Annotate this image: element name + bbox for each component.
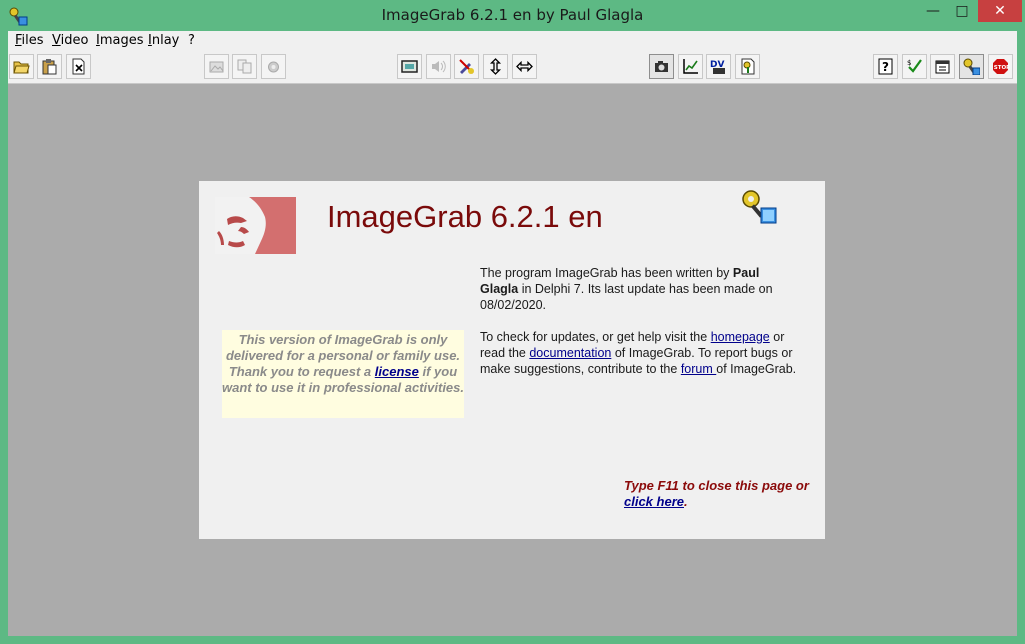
disabled-image-button[interactable] bbox=[204, 54, 229, 79]
copy-icon bbox=[237, 59, 252, 74]
properties-button[interactable] bbox=[930, 54, 955, 79]
title-bar[interactable]: ImageGrab 6.2.1 en by Paul Glagla — □ ✕ bbox=[0, 0, 1025, 31]
forum-link[interactable]: forum bbox=[681, 362, 716, 376]
open-folder-button[interactable] bbox=[9, 54, 34, 79]
vertical-resize-icon bbox=[489, 58, 502, 75]
dvd-button[interactable]: DV bbox=[706, 54, 731, 79]
client-area: ImageGrab 6.2.1 en This version of Image… bbox=[8, 84, 1017, 636]
close-document-icon bbox=[72, 58, 85, 75]
horizontal-resize-icon bbox=[516, 60, 533, 73]
menu-inlay[interactable]: Inlay bbox=[148, 33, 179, 48]
key-icon bbox=[963, 58, 980, 75]
menu-help[interactable]: ? bbox=[188, 33, 195, 48]
settings-button[interactable] bbox=[261, 54, 286, 79]
camera-button[interactable] bbox=[649, 54, 674, 79]
disabled-image-icon bbox=[209, 61, 224, 73]
fullscreen-icon bbox=[401, 60, 418, 73]
documentation-link[interactable]: documentation bbox=[529, 346, 611, 360]
maximize-button[interactable]: □ bbox=[947, 0, 977, 22]
about-heading: ImageGrab 6.2.1 en bbox=[327, 199, 603, 234]
window-title: ImageGrab 6.2.1 en by Paul Glagla bbox=[381, 6, 644, 24]
menu-images[interactable]: Images bbox=[96, 33, 144, 48]
close-button[interactable]: ✕ bbox=[978, 0, 1022, 22]
key-icon bbox=[742, 190, 777, 224]
open-folder-icon bbox=[13, 61, 30, 74]
help-button[interactable]: ? bbox=[873, 54, 898, 79]
horizontal-resize-button[interactable] bbox=[512, 54, 537, 79]
menu-files[interactable]: Files bbox=[15, 33, 44, 48]
homepage-link[interactable]: homepage bbox=[711, 330, 770, 344]
toolbar: DV ? $ STOP bbox=[8, 51, 1017, 84]
no-draw-button[interactable] bbox=[454, 54, 479, 79]
about-panel: ImageGrab 6.2.1 en This version of Image… bbox=[199, 181, 825, 539]
paste-button[interactable] bbox=[37, 54, 62, 79]
fullscreen-button[interactable] bbox=[397, 54, 422, 79]
svg-text:?: ? bbox=[882, 60, 889, 74]
author-paragraph: The program ImageGrab has been written b… bbox=[480, 266, 773, 312]
dvd-icon: DV bbox=[710, 60, 725, 74]
close-hint: Type F11 to close this page or click her… bbox=[624, 478, 809, 509]
menu-bar: Files Video Images Inlay ? bbox=[8, 31, 1017, 51]
svg-text:$: $ bbox=[907, 59, 911, 67]
about-info: The program ImageGrab has been written b… bbox=[480, 265, 800, 393]
author-portrait-logo bbox=[215, 197, 296, 254]
close-document-button[interactable] bbox=[66, 54, 91, 79]
stop-button[interactable]: STOP bbox=[988, 54, 1013, 79]
key-document-button[interactable] bbox=[735, 54, 760, 79]
help-icon: ? bbox=[878, 58, 893, 75]
sound-button[interactable] bbox=[426, 54, 451, 79]
check-icon: $ bbox=[907, 59, 922, 73]
vertical-resize-button[interactable] bbox=[483, 54, 508, 79]
menu-video[interactable]: Video bbox=[52, 33, 88, 48]
settings-icon bbox=[268, 61, 279, 73]
key-document-icon bbox=[741, 58, 755, 75]
chart-icon bbox=[683, 59, 698, 74]
license-link[interactable]: license bbox=[375, 364, 419, 379]
license-notice: This version of ImageGrab is only delive… bbox=[222, 330, 464, 418]
no-draw-icon bbox=[459, 59, 474, 74]
chart-button[interactable] bbox=[678, 54, 703, 79]
camera-icon bbox=[655, 61, 668, 72]
svg-text:STOP: STOP bbox=[994, 65, 1009, 71]
click-here-link[interactable]: click here bbox=[624, 494, 684, 509]
check-button[interactable]: $ bbox=[902, 54, 927, 79]
paste-icon bbox=[42, 59, 57, 75]
sound-icon bbox=[432, 60, 446, 73]
help-paragraph: To check for updates, or get help visit … bbox=[480, 330, 797, 376]
copy-button[interactable] bbox=[232, 54, 257, 79]
app-window: ImageGrab 6.2.1 en by Paul Glagla — □ ✕ … bbox=[0, 0, 1025, 644]
properties-icon bbox=[935, 60, 950, 74]
stop-icon: STOP bbox=[993, 59, 1009, 74]
key-button[interactable] bbox=[959, 54, 984, 79]
minimize-button[interactable]: — bbox=[918, 0, 948, 22]
